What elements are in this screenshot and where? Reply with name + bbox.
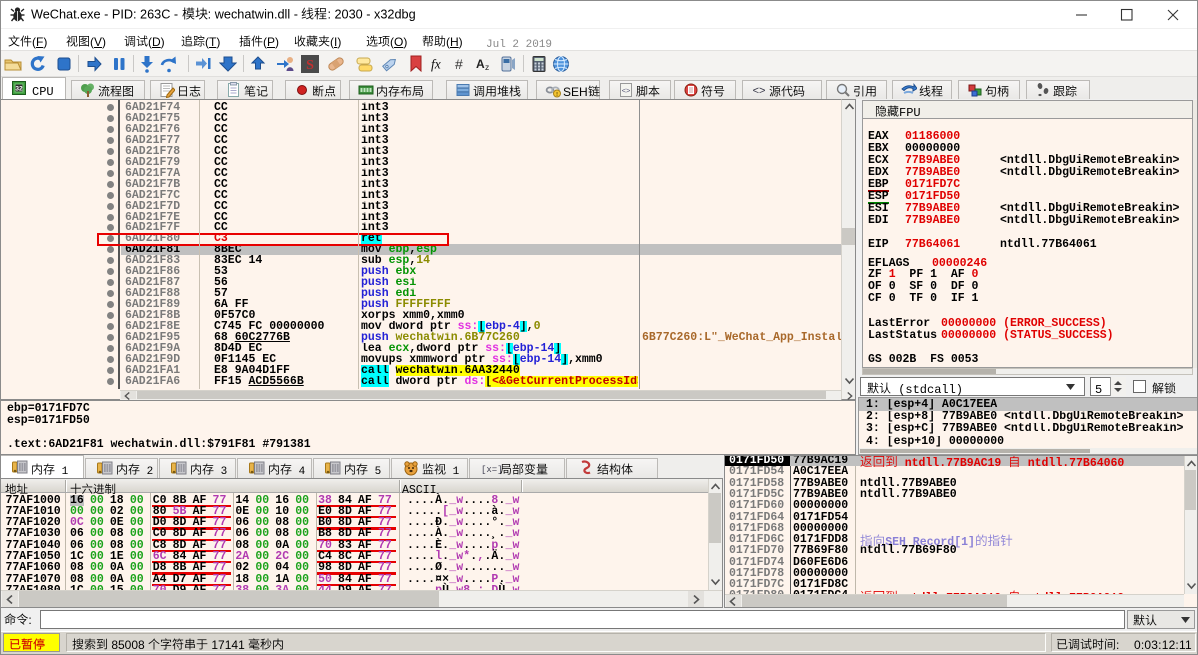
svg-text:<>: <>: [622, 86, 631, 95]
svg-text:z: z: [485, 62, 489, 72]
svg-text:#: #: [455, 56, 463, 72]
svg-text:32: 32: [15, 86, 23, 93]
svg-text:A: A: [476, 57, 485, 71]
svg-text:fx: fx: [431, 57, 441, 72]
svg-text:<>: <>: [753, 85, 766, 97]
svg-text:!: !: [556, 92, 558, 98]
svg-text:S: S: [306, 58, 314, 73]
